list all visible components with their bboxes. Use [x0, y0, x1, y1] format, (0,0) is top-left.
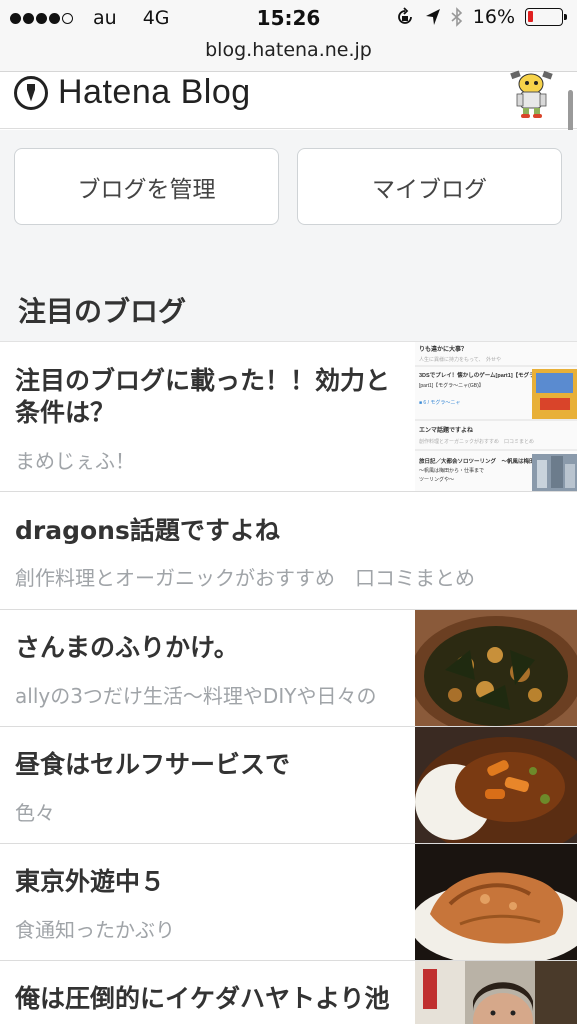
entry-title[interactable]: さんまのふりかけ。	[15, 632, 400, 664]
list-item[interactable]: 東京外遊中５ 食通知ったかぶり	[0, 844, 577, 961]
entry-thumbnail: りも違かに大事？ 人生に異様に持力をもって、 外せや 3DSでプレイ！懐かしのゲ…	[415, 342, 577, 491]
list-item[interactable]: 俺は圧倒的にイケダハヤトより池	[0, 961, 577, 1024]
thumb-text-1: りも違かに大事？	[419, 345, 467, 353]
site-header: Hatena Blog	[0, 70, 577, 129]
mascot-icon[interactable]	[505, 70, 559, 118]
entry-blog-name: まめじぇふ！	[15, 449, 135, 473]
list-item[interactable]: 昼食はセルフサービスで 色々	[0, 727, 577, 844]
list-item[interactable]: さんまのふりかけ。 allyの3つだけ生活〜料理やDIYや日々の	[0, 610, 577, 727]
entry-blog-name: 色々	[15, 801, 55, 825]
section-title: 注目のブログ	[18, 295, 187, 328]
bluetooth-icon	[451, 7, 462, 27]
url-text: blog.hatena.ne.jp	[205, 39, 372, 61]
logo-text: Hatena Blog	[58, 73, 251, 111]
location-arrow-icon	[425, 9, 440, 25]
svg-text:■ 6 / モグラ〜ニャ: ■ 6 / モグラ〜ニャ	[419, 399, 460, 406]
entry-title[interactable]: 注目のブログに載った！！効力と条件は？	[15, 365, 400, 429]
entry-thumbnail	[415, 844, 577, 960]
entry-thumbnail	[415, 727, 577, 843]
entry-title[interactable]: dragons話題ですよね	[15, 515, 560, 547]
thumb-text-3: エンマ話題ですよね	[419, 426, 474, 434]
battery-level-fill	[528, 11, 533, 22]
entry-thumbnail	[415, 961, 577, 1024]
battery-percent: 16%	[472, 6, 515, 28]
manage-blog-button[interactable]: ブログを管理	[14, 148, 279, 225]
status-icons: 16%	[395, 6, 567, 28]
url-bar[interactable]: blog.hatena.ne.jp	[0, 36, 577, 72]
entry-title[interactable]: 東京外遊中５	[15, 866, 400, 898]
list-item[interactable]: 注目のブログに載った！！効力と条件は？ まめじぇふ！ りも違かに大事？ 人生に異…	[0, 342, 577, 492]
pen-logo-icon	[14, 75, 48, 110]
entry-blog-name: 創作料理とオーガニックがおすすめ 口コミまとめ	[15, 566, 475, 590]
hatena-blog-logo[interactable]: Hatena Blog	[14, 73, 251, 112]
dashboard-area: ブログを管理 マイブログ 注目のブログ	[0, 130, 577, 342]
svg-text:創作料理とオーガニックがおすすめ 口コミまとめ: 創作料理とオーガニックがおすすめ 口コミまとめ	[419, 438, 534, 445]
entry-thumbnail	[415, 610, 577, 726]
svg-text:〜帆風は梅田から・仕事まで: 〜帆風は梅田から・仕事まで	[419, 467, 484, 474]
entry-blog-name: 食通知ったかぶり	[15, 918, 175, 942]
entry-blog-name: allyの3つだけ生活〜料理やDIYや日々の	[15, 684, 377, 708]
entry-title[interactable]: 昼食はセルフサービスで	[15, 749, 400, 781]
list-item[interactable]: dragons話題ですよね 創作料理とオーガニックがおすすめ 口コミまとめ	[0, 492, 577, 610]
status-bar: au 4G 15:26 16%	[0, 0, 577, 36]
entry-title[interactable]: 俺は圧倒的にイケダハヤトより池	[15, 983, 400, 1015]
my-blog-button[interactable]: マイブログ	[297, 148, 562, 225]
svg-text:人生に異様に持力をもって、 外せや: 人生に異様に持力をもって、 外せや	[419, 356, 501, 363]
battery-icon	[525, 8, 567, 26]
svg-text:ツーリングや〜: ツーリングや〜	[419, 476, 454, 483]
rotation-lock-icon	[397, 7, 412, 24]
svg-text:[part1]【モグラ〜ニャ(GB)】: [part1]【モグラ〜ニャ(GB)】	[419, 382, 484, 389]
